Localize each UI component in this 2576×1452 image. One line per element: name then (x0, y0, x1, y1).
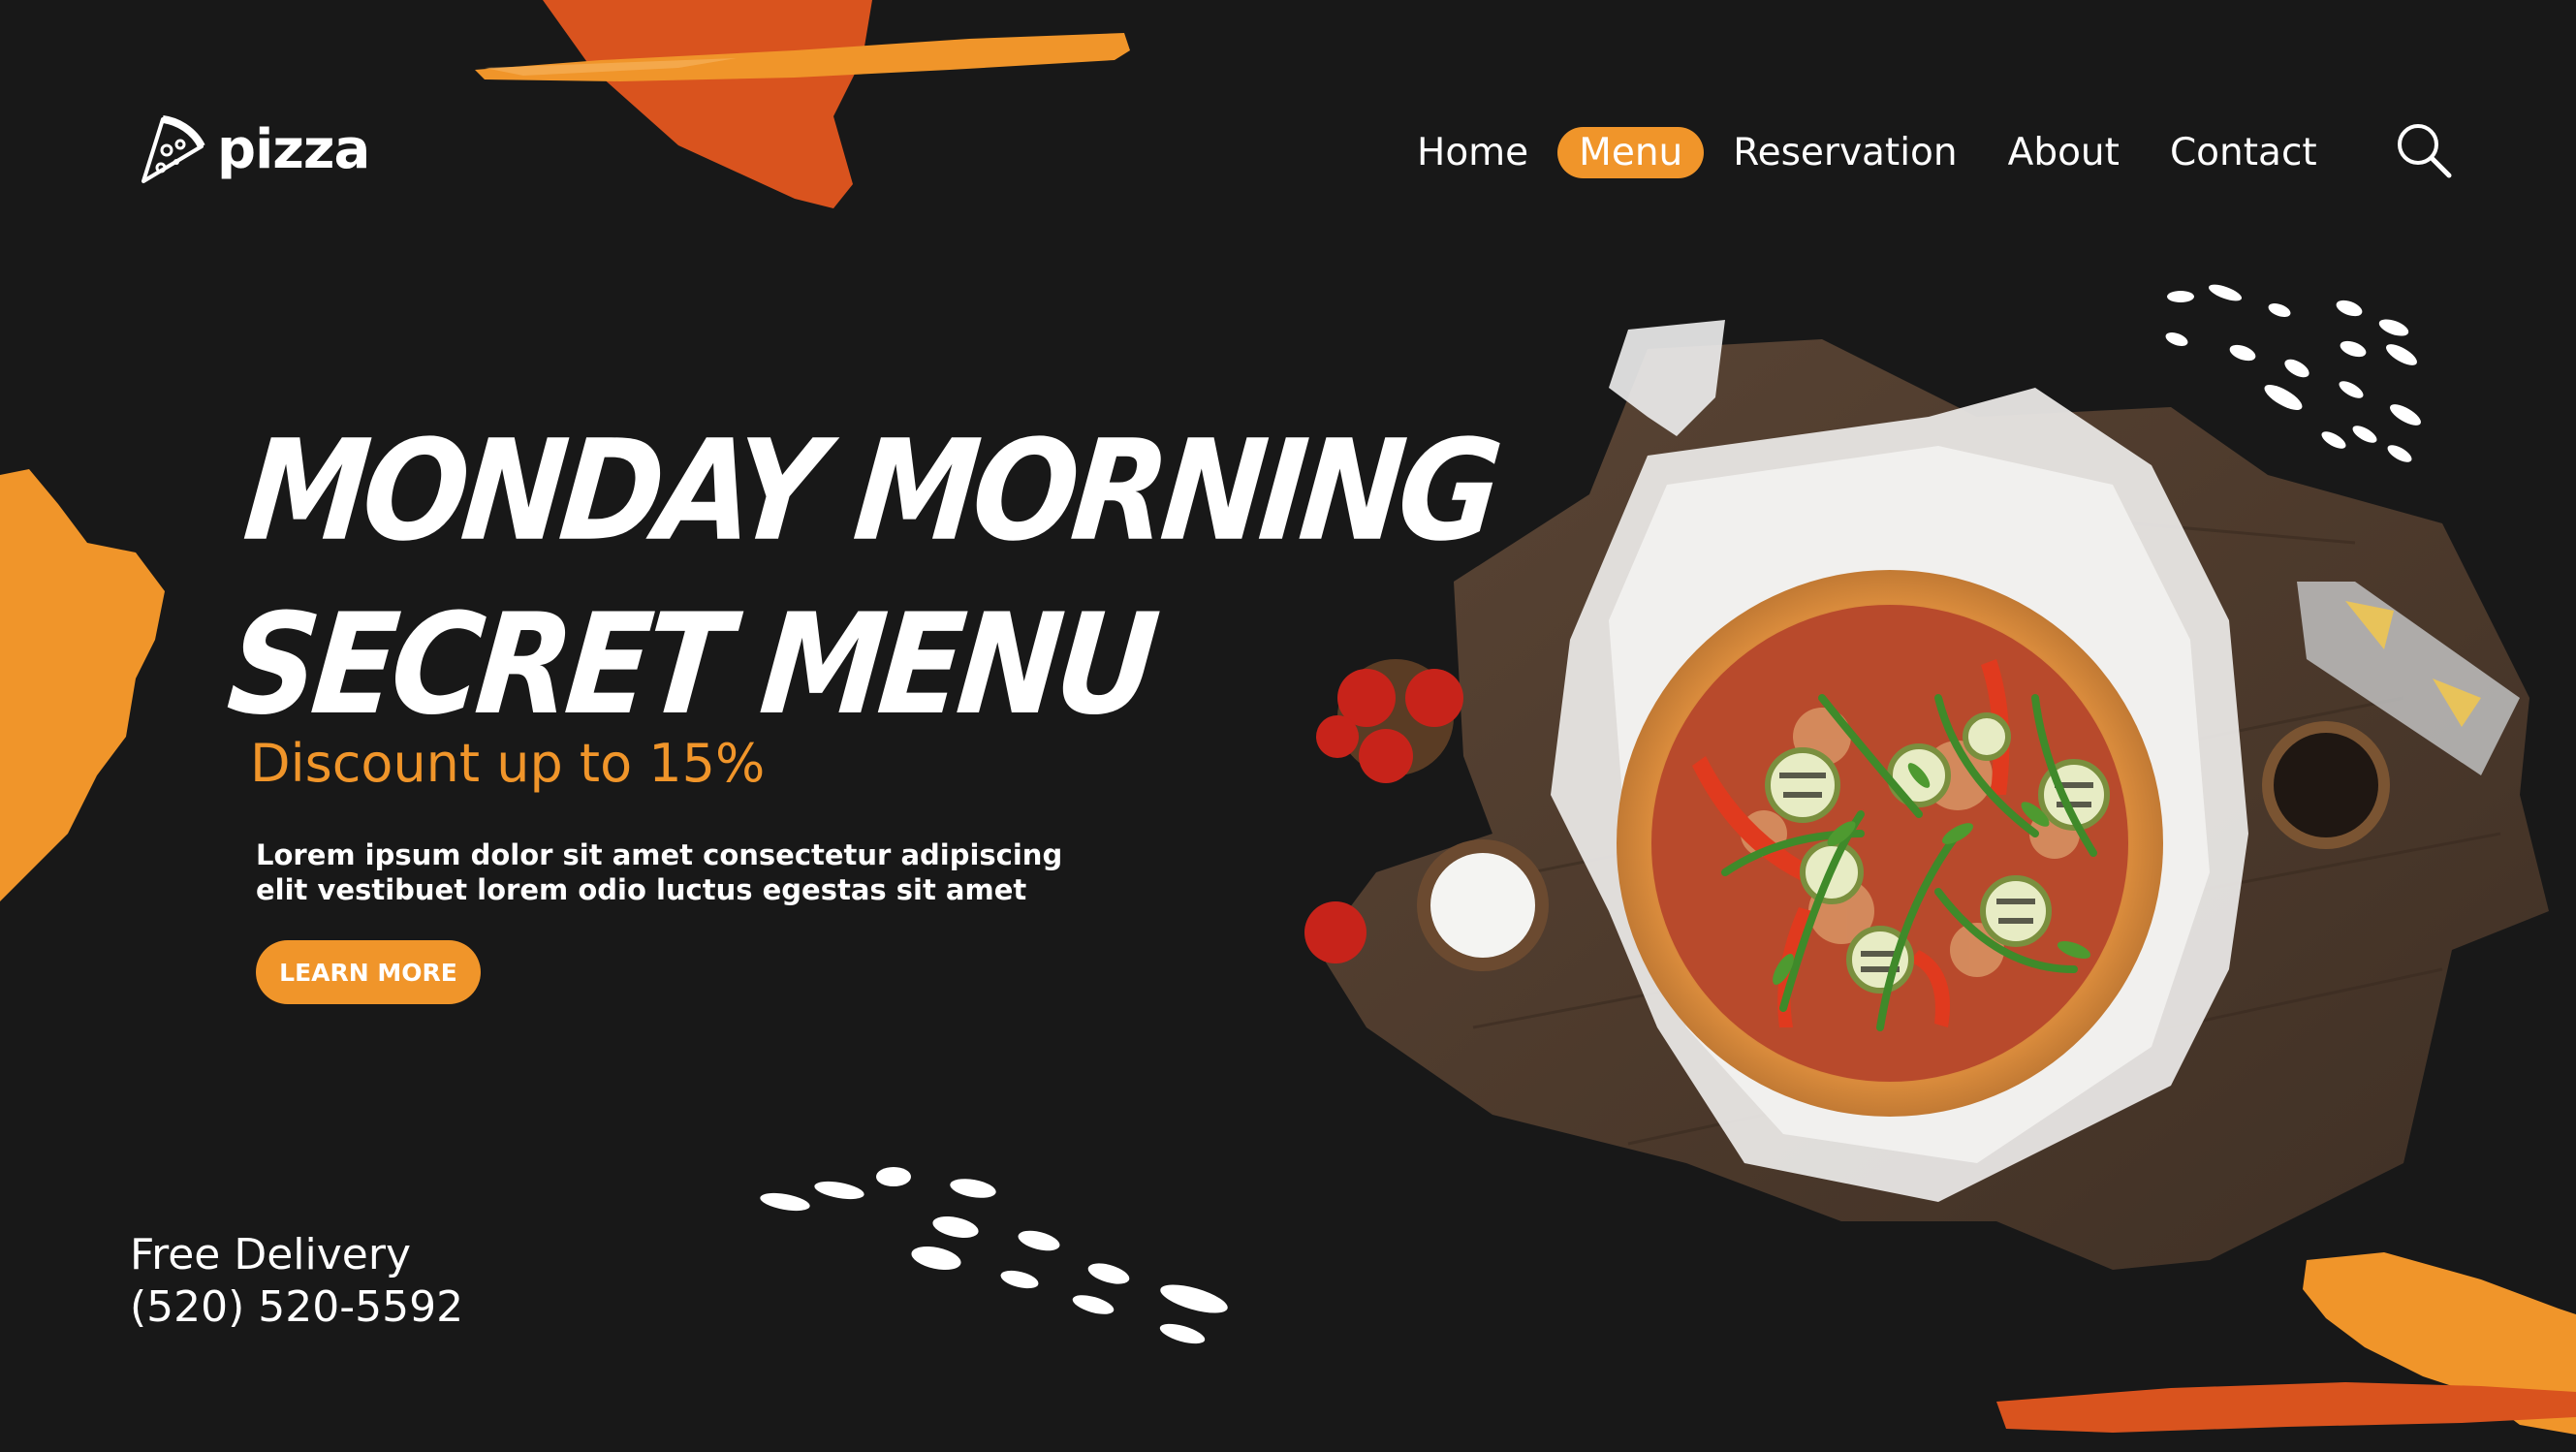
brand-logo[interactable]: pizza (134, 109, 370, 190)
hero-headline: Monday Morning Secret Menu (221, 405, 1503, 752)
pizza-hero-image (1304, 320, 2549, 1270)
search-icon (2398, 124, 2452, 178)
delivery-label: Free Delivery (130, 1230, 411, 1279)
headline-line-1: Monday Morning (237, 410, 1503, 573)
nav-item-home[interactable]: Home (1396, 127, 1550, 178)
nav-item-reservation[interactable]: Reservation (1712, 127, 1978, 178)
headline-line-2: Secret Menu (221, 584, 1159, 746)
description-line-1: Lorem ipsum dolor sit amet consectetur a… (256, 838, 1063, 871)
main-nav: Home Menu Reservation About Contact (1396, 122, 2346, 182)
pizza-slice-icon (141, 115, 205, 183)
hero-description: Lorem ipsum dolor sit amet consectetur a… (256, 837, 1063, 907)
nav-item-contact[interactable]: Contact (2149, 127, 2339, 178)
search-button[interactable] (2394, 120, 2454, 180)
nav-item-menu[interactable]: Menu (1557, 126, 1705, 178)
delivery-info: Free Delivery (520) 520-5592 (130, 1229, 463, 1334)
description-line-2: elit vestibuet lorem odio luctus egestas… (256, 873, 1027, 906)
learn-more-button[interactable]: LEARN MORE (256, 940, 481, 1004)
phone-number[interactable]: (520) 520-5592 (130, 1281, 463, 1334)
nav-item-about[interactable]: About (1987, 127, 2141, 178)
brand-name: pizza (217, 117, 370, 181)
discount-text: Discount up to 15% (250, 733, 766, 794)
